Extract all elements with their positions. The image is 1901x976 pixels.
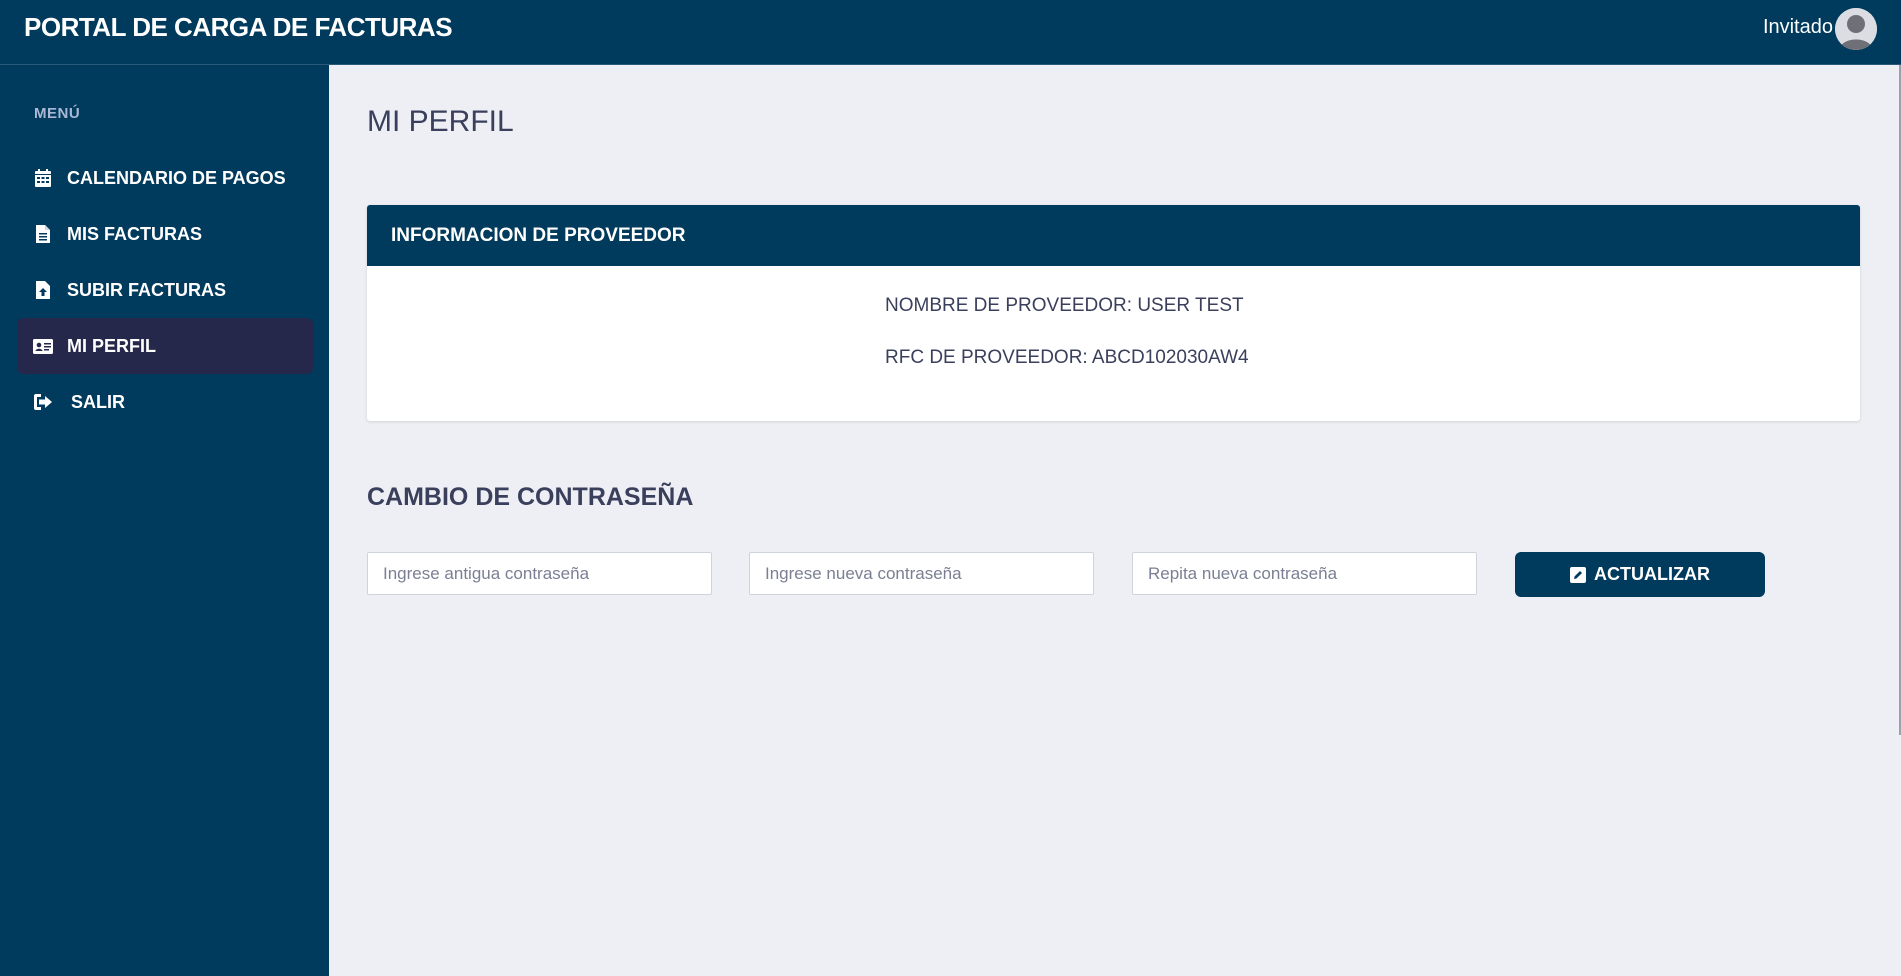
new-password-input[interactable] [749, 552, 1094, 595]
sidebar: MENÚ CALENDARIO DE PAGOS MIS FACTURAS SU… [0, 65, 329, 976]
provider-rfc: RFC DE PROVEEDOR: ABCD102030AW4 [885, 347, 1249, 368]
provider-name: NOMBRE DE PROVEEDOR: USER TEST [885, 295, 1244, 316]
sidebar-item-calendario-de-pagos[interactable]: CALENDARIO DE PAGOS [17, 150, 313, 206]
sidebar-item-mis-facturas[interactable]: MIS FACTURAS [17, 206, 313, 262]
update-password-button[interactable]: ACTUALIZAR [1515, 552, 1765, 597]
file-text-icon [33, 224, 53, 244]
page-title: MI PERFIL [367, 105, 514, 138]
sidebar-item-label: MIS FACTURAS [67, 223, 202, 244]
id-card-icon [33, 336, 53, 356]
sidebar-item-label: SUBIR FACTURAS [67, 279, 227, 300]
app-title: PORTAL DE CARGA DE FACTURAS [24, 12, 453, 42]
calendar-icon [33, 168, 53, 188]
user-name[interactable]: Invitado [1763, 16, 1833, 39]
provider-info-card: INFORMACION DE PROVEEDOR NOMBRE DE PROVE… [367, 205, 1860, 421]
provider-card-header: INFORMACION DE PROVEEDOR [367, 205, 1860, 266]
sign-out-icon [33, 392, 53, 412]
sidebar-item-salir[interactable]: SALIR [17, 374, 313, 430]
avatar[interactable] [1835, 8, 1877, 50]
repeat-password-input[interactable] [1132, 552, 1477, 595]
sidebar-item-subir-facturas[interactable]: SUBIR FACTURAS [17, 262, 313, 318]
menu-heading: MENÚ [34, 105, 81, 122]
top-bar: PORTAL DE CARGA DE FACTURAS Invitado [0, 0, 1901, 65]
file-upload-icon [33, 280, 53, 300]
user-avatar-icon [1835, 8, 1877, 50]
sidebar-item-mi-perfil[interactable]: MI PERFIL [17, 318, 313, 374]
main-content: MI PERFIL INFORMACION DE PROVEEDOR NOMBR… [329, 65, 1901, 976]
password-section-title: CAMBIO DE CONTRASEÑA [367, 483, 694, 511]
edit-icon [1570, 566, 1586, 583]
sidebar-item-label: MI PERFIL [67, 335, 156, 356]
sidebar-item-label: SALIR [71, 391, 125, 412]
sidebar-item-label: CALENDARIO DE PAGOS [67, 167, 286, 188]
old-password-input[interactable] [367, 552, 712, 595]
update-button-label: ACTUALIZAR [1594, 564, 1710, 584]
